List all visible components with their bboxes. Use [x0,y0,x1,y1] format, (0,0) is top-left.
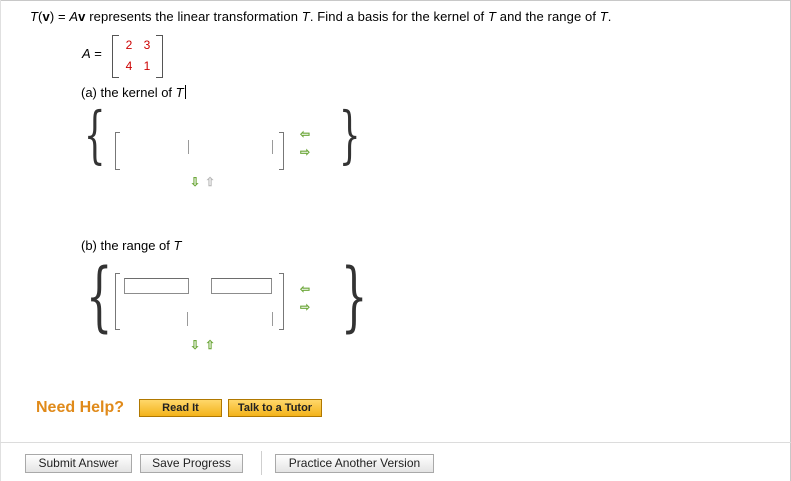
matrix-var-a: A [82,46,91,61]
part-b-entry-1-1[interactable] [124,278,189,294]
q-var-v: v [42,9,50,24]
part-b-entry-cursor [187,312,188,326]
question-text: T(v) = Av represents the linear transfor… [30,9,612,24]
matrix-label: A = [82,46,102,61]
part-b-brace-close: } [340,251,368,340]
frame-top-border [0,0,791,1]
q-var-t-4: T [599,9,608,24]
q-text-4: . [607,9,612,24]
matrix-cell-1-2: 3 [143,38,151,52]
part-a-add-vector-arrow-icon[interactable]: ⇦ [300,128,310,140]
part-b-remove-vector-arrow-icon[interactable]: ⇨ [300,301,310,313]
footer-separator [261,451,262,475]
part-a-entry-cursor [188,140,189,154]
q-var-a: A [69,9,79,24]
matrix-cell-1-1: 2 [125,38,133,52]
part-a-entry-cursor-2 [272,140,273,154]
part-a-label-var: T [175,85,184,100]
save-progress-button[interactable]: Save Progress [140,454,243,473]
need-help-label: Need Help? [36,399,125,416]
q-var-t-2: T [301,9,310,24]
frame-left-border [0,0,1,481]
part-b-add-row-arrow-icon[interactable]: ⇩ [190,339,200,351]
talk-to-tutor-button[interactable]: Talk to a Tutor [228,399,322,417]
part-b-vector-bracket-left [115,273,120,330]
part-a-add-row-arrow-icon[interactable]: ⇩ [190,176,200,188]
matrix-cell-2-2: 1 [143,59,151,73]
q-var-t-3: T [487,9,497,24]
part-b-vector-bracket-right [279,273,284,330]
part-a-entry-2[interactable] [196,133,268,149]
q-var-av-v: v [78,9,86,24]
submit-answer-button[interactable]: Submit Answer [25,454,132,473]
part-b-entry-1-2[interactable] [211,278,272,294]
read-it-button[interactable]: Read It [139,399,222,417]
part-a-brace-close: } [338,98,361,171]
part-b-brace-open: { [85,251,113,340]
text-caret [184,85,186,99]
q-text-3: and the range of [496,9,600,24]
matrix-bracket-right [156,35,163,78]
q-text-2: . Find a basis for the kernel of [309,9,488,24]
q-text-1: represents the linear transformation [85,9,302,24]
part-b-entry-2-2[interactable] [208,304,270,320]
q-equals: = [54,9,70,24]
matrix-equals: = [90,46,102,61]
part-a-entry-1[interactable] [122,133,186,149]
part-a-brace-open: { [83,98,106,171]
matrix-bracket-left [112,35,119,78]
part-a-vector-bracket-left [115,132,120,170]
footer-divider [0,442,791,443]
q-var-t: T [30,9,39,24]
part-a-vector-bracket-right [279,132,284,170]
practice-another-version-button[interactable]: Practice Another Version [275,454,434,473]
part-b-entry-2-1[interactable] [124,304,188,320]
part-b-add-vector-arrow-icon[interactable]: ⇦ [300,283,310,295]
matrix-cell-2-1: 4 [125,59,133,73]
part-b-label-var: T [173,238,182,253]
part-b-remove-row-arrow-icon[interactable]: ⇧ [205,339,215,351]
part-a-remove-vector-arrow-icon[interactable]: ⇨ [300,146,310,158]
part-a-remove-row-arrow-icon[interactable]: ⇧ [205,176,215,188]
part-b-entry-cursor-2 [272,312,273,326]
